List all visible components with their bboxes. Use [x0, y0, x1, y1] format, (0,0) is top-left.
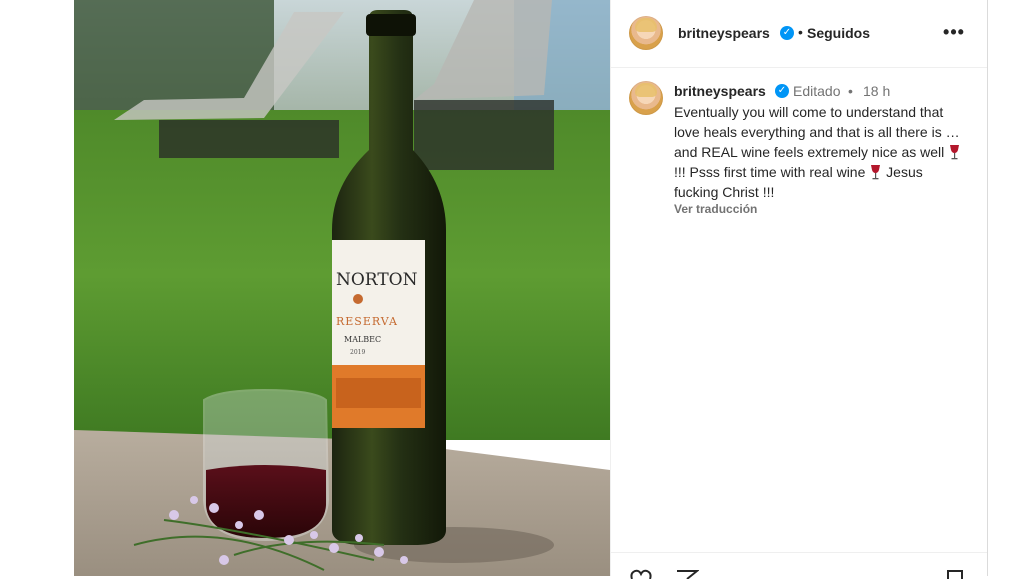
see-translation-link[interactable]: Ver traducción: [674, 202, 757, 216]
post-details-panel: britneyspears ✓ • Seguidos ••• britneysp…: [610, 0, 988, 579]
post-image[interactable]: NORTON RESERVA MALBEC 2019: [74, 0, 610, 576]
action-bar: [611, 552, 987, 579]
post-header: britneyspears ✓ • Seguidos •••: [611, 0, 987, 68]
edited-label: Editado: [793, 83, 841, 99]
header-username[interactable]: britneyspears: [678, 25, 770, 41]
caption-avatar[interactable]: [629, 81, 663, 115]
caption-text-part2: !!! Psss first time with real wine: [674, 164, 870, 180]
wine-glass-icon: [871, 165, 881, 180]
follow-status-button[interactable]: Seguidos: [807, 25, 870, 41]
verified-badge-icon: ✓: [780, 26, 794, 40]
heart-icon[interactable]: [629, 569, 653, 579]
more-options-button[interactable]: •••: [941, 20, 967, 44]
timestamp[interactable]: 18 h: [863, 83, 890, 99]
wine-bottle-photo: NORTON RESERVA MALBEC 2019: [74, 0, 610, 576]
header-separator: •: [798, 24, 803, 40]
wine-glass-icon: [950, 145, 960, 160]
svg-text:RESERVA: RESERVA: [336, 315, 398, 328]
svg-text:MALBEC: MALBEC: [344, 335, 381, 344]
caption-text: Eventually you will come to understand t…: [674, 102, 964, 202]
avatar[interactable]: [629, 16, 663, 50]
svg-text:2019: 2019: [350, 349, 365, 356]
verified-badge-icon: ✓: [775, 84, 789, 98]
bookmark-icon[interactable]: [943, 569, 967, 579]
caption-separator: •: [848, 83, 853, 99]
caption-text-part1: Eventually you will come to understand t…: [674, 104, 960, 160]
caption-username[interactable]: britneyspears: [674, 83, 766, 99]
send-icon[interactable]: [675, 569, 699, 579]
svg-text:NORTON: NORTON: [336, 270, 418, 290]
